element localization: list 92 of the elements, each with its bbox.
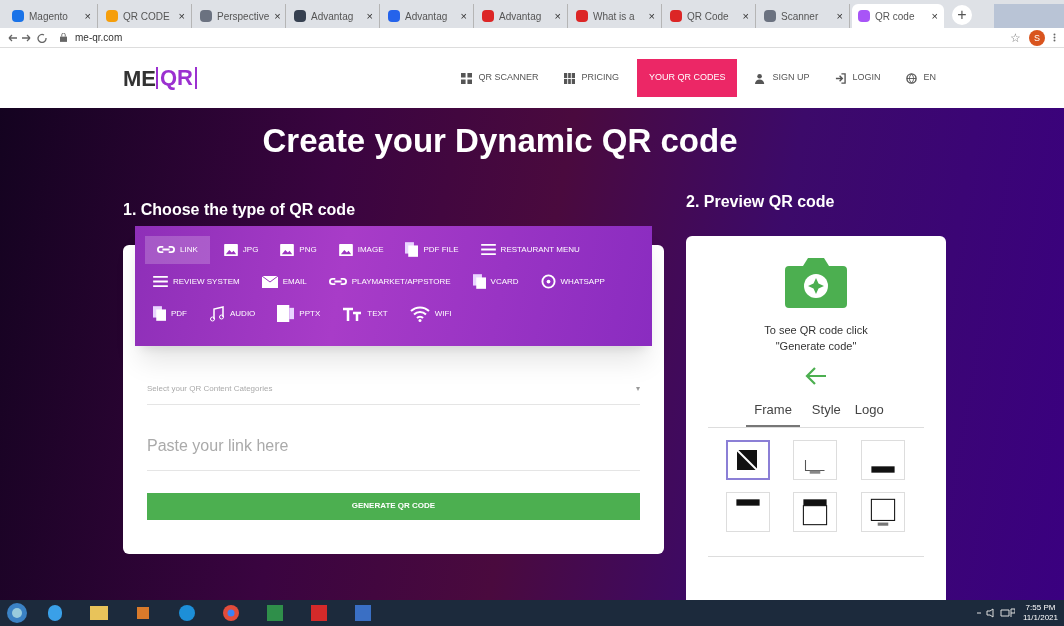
tab-title: QR Code bbox=[687, 9, 730, 24]
qr-type-tab[interactable]: PDF FILE bbox=[397, 235, 467, 264]
start-button[interactable] bbox=[6, 602, 28, 624]
frame-option[interactable] bbox=[726, 440, 770, 480]
image-icon bbox=[280, 243, 295, 256]
link-icon bbox=[328, 277, 347, 286]
frame-preview-icon bbox=[870, 498, 895, 526]
site-logo[interactable]: ME QR bbox=[123, 61, 197, 95]
tab-title: Advantag bbox=[405, 9, 449, 24]
qr-type-tab[interactable]: VCARD bbox=[464, 267, 527, 296]
text-icon bbox=[342, 306, 363, 321]
qr-type-tab[interactable]: LINK bbox=[145, 235, 210, 264]
close-icon[interactable]: × bbox=[366, 7, 373, 25]
document-icon bbox=[277, 305, 295, 322]
dropdown-caret-icon: ▾ bbox=[636, 383, 640, 395]
tab-title: What is a bbox=[593, 9, 636, 24]
clock-time: 7:55 PM bbox=[1025, 603, 1056, 613]
qr-type-tab[interactable]: REVIEW SYSTEM bbox=[145, 267, 248, 296]
star-icon[interactable]: ☆ bbox=[1010, 28, 1021, 47]
lines-icon bbox=[480, 244, 496, 255]
image-icon bbox=[338, 243, 353, 256]
qr-type-tab[interactable]: PPTX bbox=[269, 299, 329, 328]
link-input-field[interactable]: Paste your link here bbox=[147, 422, 640, 471]
nav-link[interactable]: EN bbox=[898, 59, 944, 97]
music-note-icon bbox=[209, 305, 225, 322]
tab-title: Magento bbox=[29, 9, 69, 24]
wifi-icon bbox=[409, 305, 430, 322]
qr-type-tab[interactable]: IMAGE bbox=[330, 235, 392, 264]
nav-link[interactable]: SIGN UP bbox=[747, 59, 818, 97]
qr-type-tab[interactable]: JPG bbox=[215, 235, 267, 264]
document-icon bbox=[153, 306, 166, 321]
menu-icon[interactable] bbox=[1053, 32, 1056, 43]
close-icon[interactable]: × bbox=[84, 7, 91, 25]
lines-icon bbox=[153, 276, 168, 287]
system-tray-icon[interactable] bbox=[975, 608, 1015, 618]
close-icon[interactable]: × bbox=[931, 7, 938, 25]
close-icon[interactable]: × bbox=[554, 7, 561, 25]
grid-icon bbox=[461, 72, 473, 84]
close-icon[interactable]: × bbox=[460, 7, 467, 25]
close-icon[interactable]: × bbox=[836, 7, 843, 25]
tab-title: Perspective bbox=[217, 9, 270, 24]
qr-type-tab[interactable]: EMAIL bbox=[253, 267, 315, 296]
preview-tab[interactable]: Style bbox=[809, 399, 843, 427]
document-icon bbox=[405, 242, 419, 257]
image-icon bbox=[223, 243, 238, 256]
left-arrow-icon bbox=[804, 365, 828, 386]
globe-icon bbox=[906, 72, 918, 84]
tab-title: Advantag bbox=[499, 9, 543, 24]
frame-preview-icon bbox=[805, 459, 826, 474]
close-icon[interactable]: × bbox=[648, 7, 655, 25]
nav-link[interactable]: YOUR QR CODES bbox=[636, 59, 738, 97]
frame-preview-icon bbox=[803, 499, 828, 526]
qr-type-tab[interactable]: RESTAURANT MENU bbox=[472, 235, 588, 264]
tab-title: Scanner bbox=[781, 9, 820, 24]
tab-title: QR CODE bbox=[123, 9, 171, 24]
document-icon bbox=[472, 274, 486, 289]
preview-tab[interactable]: Frame bbox=[746, 399, 800, 427]
close-icon[interactable]: × bbox=[274, 7, 281, 25]
frame-preview-icon bbox=[736, 449, 758, 471]
nav-link[interactable]: PRICING bbox=[556, 59, 627, 97]
login-icon bbox=[835, 72, 847, 84]
frame-preview-icon bbox=[736, 499, 760, 506]
tab-title: Advantag bbox=[311, 9, 355, 24]
lock-icon bbox=[60, 33, 67, 42]
person-icon bbox=[755, 72, 767, 84]
new-tab-button[interactable]: + bbox=[952, 5, 972, 25]
qr-type-tab[interactable]: WIFI bbox=[401, 299, 460, 328]
close-icon[interactable]: × bbox=[742, 7, 749, 25]
browser-tab[interactable]: QR code × bbox=[852, 4, 944, 28]
qr-type-tab[interactable]: PDF bbox=[145, 299, 195, 328]
tab-title: QR code bbox=[875, 9, 916, 24]
section-heading: 2. Preview QR code bbox=[686, 191, 836, 212]
chat-icon bbox=[540, 274, 556, 289]
profile-avatar[interactable]: S bbox=[1029, 29, 1045, 46]
frame-preview-icon bbox=[871, 466, 895, 473]
link-icon bbox=[157, 245, 175, 254]
qr-type-tab[interactable]: PNG bbox=[272, 235, 325, 264]
qr-type-tab[interactable]: WHATSAPP bbox=[532, 267, 613, 296]
address-url[interactable]: me-qr.com bbox=[75, 30, 1002, 45]
preview-hint: To see QR code click "Generate code" bbox=[763, 322, 869, 354]
qr-type-tab[interactable]: AUDIO bbox=[201, 299, 264, 328]
table-icon bbox=[564, 72, 576, 84]
preview-tab[interactable]: Logo bbox=[852, 399, 886, 427]
nav-link[interactable]: QR SCANNER bbox=[453, 59, 547, 97]
section-heading: 1. Choose the type of QR code bbox=[123, 199, 357, 220]
clock-date: 11/1/2021 bbox=[1023, 613, 1058, 623]
close-icon[interactable]: × bbox=[178, 7, 185, 25]
page-title: Create your Dynamic QR code bbox=[261, 121, 739, 161]
envelope-icon bbox=[261, 275, 278, 288]
qr-type-tab[interactable]: TEXT bbox=[334, 299, 396, 328]
qr-type-tab[interactable]: PLAYMARKET/APPSTORE bbox=[320, 267, 459, 296]
nav-link[interactable]: LOGIN bbox=[827, 59, 889, 97]
